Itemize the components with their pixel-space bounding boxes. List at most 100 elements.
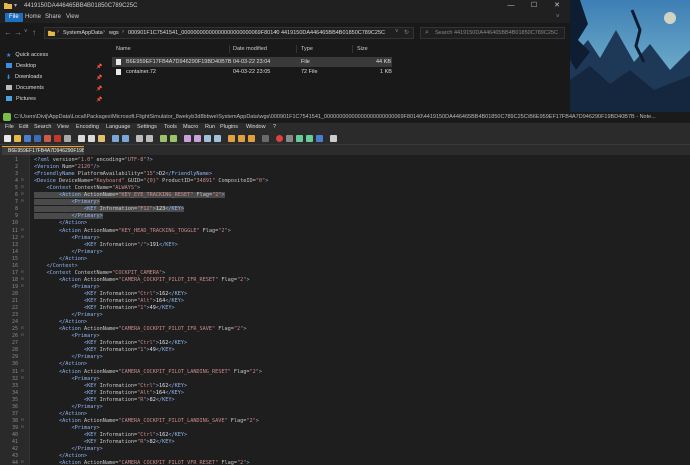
ribbon-tab-file[interactable]: File (5, 13, 23, 22)
save-all-icon[interactable] (34, 135, 41, 142)
code-line[interactable]: <Action ActionName="CAMERA_COCKPIT_PILOT… (34, 277, 250, 283)
code-line[interactable]: <FriendlyName PlatformAvailability="15">… (34, 171, 212, 177)
code-line[interactable]: <Action ActionName="KEY_HEAD_TRACKING_TO… (34, 228, 231, 234)
code-line[interactable]: <Action ActionName="CAMERA_COCKPIT_PILOT… (34, 418, 259, 424)
file-row[interactable]: container.72 04-03-22 23:05 72 File 1 KB (112, 67, 392, 77)
column-header-date[interactable]: Date modified (233, 46, 267, 52)
fold-toggle-icon[interactable]: ⊟ (21, 284, 26, 289)
menu-window[interactable]: Window (246, 124, 266, 130)
folder-workspace-icon[interactable] (248, 135, 255, 142)
spell-check-icon[interactable] (330, 135, 337, 142)
code-line[interactable]: <Device DeviceName="Keyboard" GUID="{0}"… (34, 178, 268, 184)
code-line[interactable]: </Primary> (34, 354, 102, 360)
code-line[interactable]: </Action> (34, 319, 87, 325)
close-file-icon[interactable] (44, 135, 51, 142)
code-editor[interactable]: 1 2 3 4 ⊟ 5 ⊟ 6 ⊟ 7 ⊟ 8 9 10 11 ⊟ 12 ⊟ 13 14 15 16 17 ⊟ 18 ⊟ 19 ⊟ 20… (0, 155, 690, 465)
menu-macro[interactable]: Macro (183, 124, 198, 130)
code-line[interactable]: <KEY Information="Alt">164</KEY> (34, 298, 184, 304)
fold-toggle-icon[interactable]: ⊟ (21, 270, 26, 275)
run-macro-multiple-icon[interactable] (306, 135, 313, 142)
redo-icon[interactable] (122, 135, 129, 142)
code-line[interactable]: <KEY Information="Alt">164</KEY> (34, 390, 184, 396)
address-bar[interactable]: › SystemAppData › wgs › 000901F1C7541541… (44, 27, 414, 39)
code-line[interactable]: <KEY Information="R">82</KEY> (34, 439, 175, 445)
cut-icon[interactable] (78, 135, 85, 142)
menu-tools[interactable]: Tools (164, 124, 177, 130)
column-divider[interactable] (296, 45, 297, 53)
maximize-button[interactable]: ☐ (523, 0, 545, 12)
ribbon-tab-home[interactable]: Home (25, 14, 41, 20)
fold-toggle-icon[interactable]: ⊟ (21, 178, 26, 183)
code-line[interactable]: </Primary> (34, 249, 102, 255)
breadcrumb-user-folder[interactable]: 000901F1C7541541_00000000000000000000000… (128, 30, 279, 36)
column-divider[interactable] (352, 45, 353, 53)
code-line[interactable]: </Action> (34, 361, 87, 367)
notepad-title-bar[interactable]: C:\Users\Divij\AppData\Local\Packages\Mi… (0, 112, 690, 123)
breadcrumb-wgs[interactable]: wgs (109, 30, 119, 36)
code-line[interactable]: </Action> (34, 411, 87, 417)
column-header-name[interactable]: Name (116, 46, 131, 52)
function-list-icon[interactable] (238, 135, 245, 142)
ribbon-tab-view[interactable]: View (66, 14, 79, 20)
print-icon[interactable] (64, 135, 71, 142)
menu-view[interactable]: View (57, 124, 69, 130)
code-line[interactable]: <Primary> (34, 425, 99, 431)
code-line[interactable]: <Action ActionName="CAMERA_COCKPIT_PILOT… (34, 369, 262, 375)
code-line[interactable]: <Action ActionName="CAMERA_COCKPIT_PILOT… (34, 460, 250, 465)
column-divider[interactable] (229, 45, 230, 53)
column-header-type[interactable]: Type (301, 46, 313, 52)
fold-toggle-icon[interactable]: ⊟ (21, 228, 26, 233)
chevron-down-icon[interactable]: ˅ (556, 14, 560, 20)
replace-icon[interactable] (146, 135, 153, 142)
fold-toggle-icon[interactable]: ⊟ (21, 277, 26, 282)
recent-locations-icon[interactable]: ˅ (24, 29, 28, 35)
code-line[interactable]: <Primary> (34, 376, 99, 382)
word-wrap-icon[interactable] (194, 135, 201, 142)
pin-icon[interactable]: 📌 (96, 97, 102, 103)
back-arrow-icon[interactable]: ← (4, 28, 12, 37)
menu-help[interactable]: ? (273, 124, 276, 130)
chevron-down-icon[interactable]: ˅ (395, 29, 399, 35)
search-input[interactable]: ⌕ Search 4419150DA446465BB4B01850C789C25… (420, 27, 565, 39)
code-line[interactable]: <Context ContextName="ALWAYS"> (34, 185, 141, 191)
code-line[interactable]: </Action> (34, 256, 87, 262)
code-line[interactable]: <Primary> (34, 235, 99, 241)
fold-toggle-icon[interactable]: ⊟ (21, 326, 26, 331)
refresh-icon[interactable]: ↻ (404, 29, 409, 36)
code-line[interactable]: <KEY Information="Ctrl">162</KEY> (34, 383, 187, 389)
copy-icon[interactable] (88, 135, 95, 142)
show-all-characters-icon[interactable] (204, 135, 211, 142)
nav-item-documents[interactable]: Documents (6, 85, 44, 95)
minimize-button[interactable]: — (500, 0, 522, 12)
find-icon[interactable] (136, 135, 143, 142)
code-line[interactable]: </Primary> (34, 404, 102, 410)
save-icon[interactable] (24, 135, 31, 142)
fold-toggle-icon[interactable]: ⊟ (21, 376, 26, 381)
explorer-title-bar[interactable]: ▾ 4419150DA446465BB4B01850C789C25C — ☐ ✕ (0, 0, 570, 12)
tab-active-document[interactable]: B6E959EF17FB4A7D946290F19BD40B7B (2, 146, 84, 155)
quick-access-toolbar-arrow[interactable]: ▾ (14, 2, 17, 9)
code-line[interactable]: <KEY Information="/">191</KEY> (34, 242, 178, 248)
zoom-in-icon[interactable] (160, 135, 167, 142)
code-line[interactable]: </Action> (34, 453, 87, 459)
forward-arrow-icon[interactable]: → (14, 28, 22, 37)
undo-icon[interactable] (112, 135, 119, 142)
nav-item-pictures[interactable]: Pictures (6, 96, 36, 106)
menu-encoding[interactable]: Encoding (76, 124, 99, 130)
code-line[interactable]: <Context ContextName="COCKPIT_CAMERA"> (34, 270, 166, 276)
pin-icon[interactable]: 📌 (96, 64, 102, 70)
code-line[interactable]: <Primary> (34, 333, 99, 339)
fold-toggle-icon[interactable]: ⊟ (21, 425, 26, 430)
code-line[interactable]: </Primary> (34, 213, 103, 220)
code-line[interactable]: <?xml version="1.0" encoding="UTF-8"?> (34, 157, 153, 163)
code-line[interactable]: <KEY Information="Ctrl">162</KEY> (34, 340, 187, 346)
menu-edit[interactable]: Edit (19, 124, 28, 130)
code-line[interactable]: <KEY Information="Ctrl">162</KEY> (34, 291, 187, 297)
code-line[interactable]: <Primary> (34, 199, 100, 206)
menu-search[interactable]: Search (34, 124, 51, 130)
play-macro-icon[interactable] (296, 135, 303, 142)
monitoring-icon[interactable] (262, 135, 269, 142)
code-line[interactable]: <Version Num="2120"/> (34, 164, 100, 170)
fold-toggle-icon[interactable]: ⊟ (21, 192, 26, 197)
open-file-icon[interactable] (14, 135, 21, 142)
